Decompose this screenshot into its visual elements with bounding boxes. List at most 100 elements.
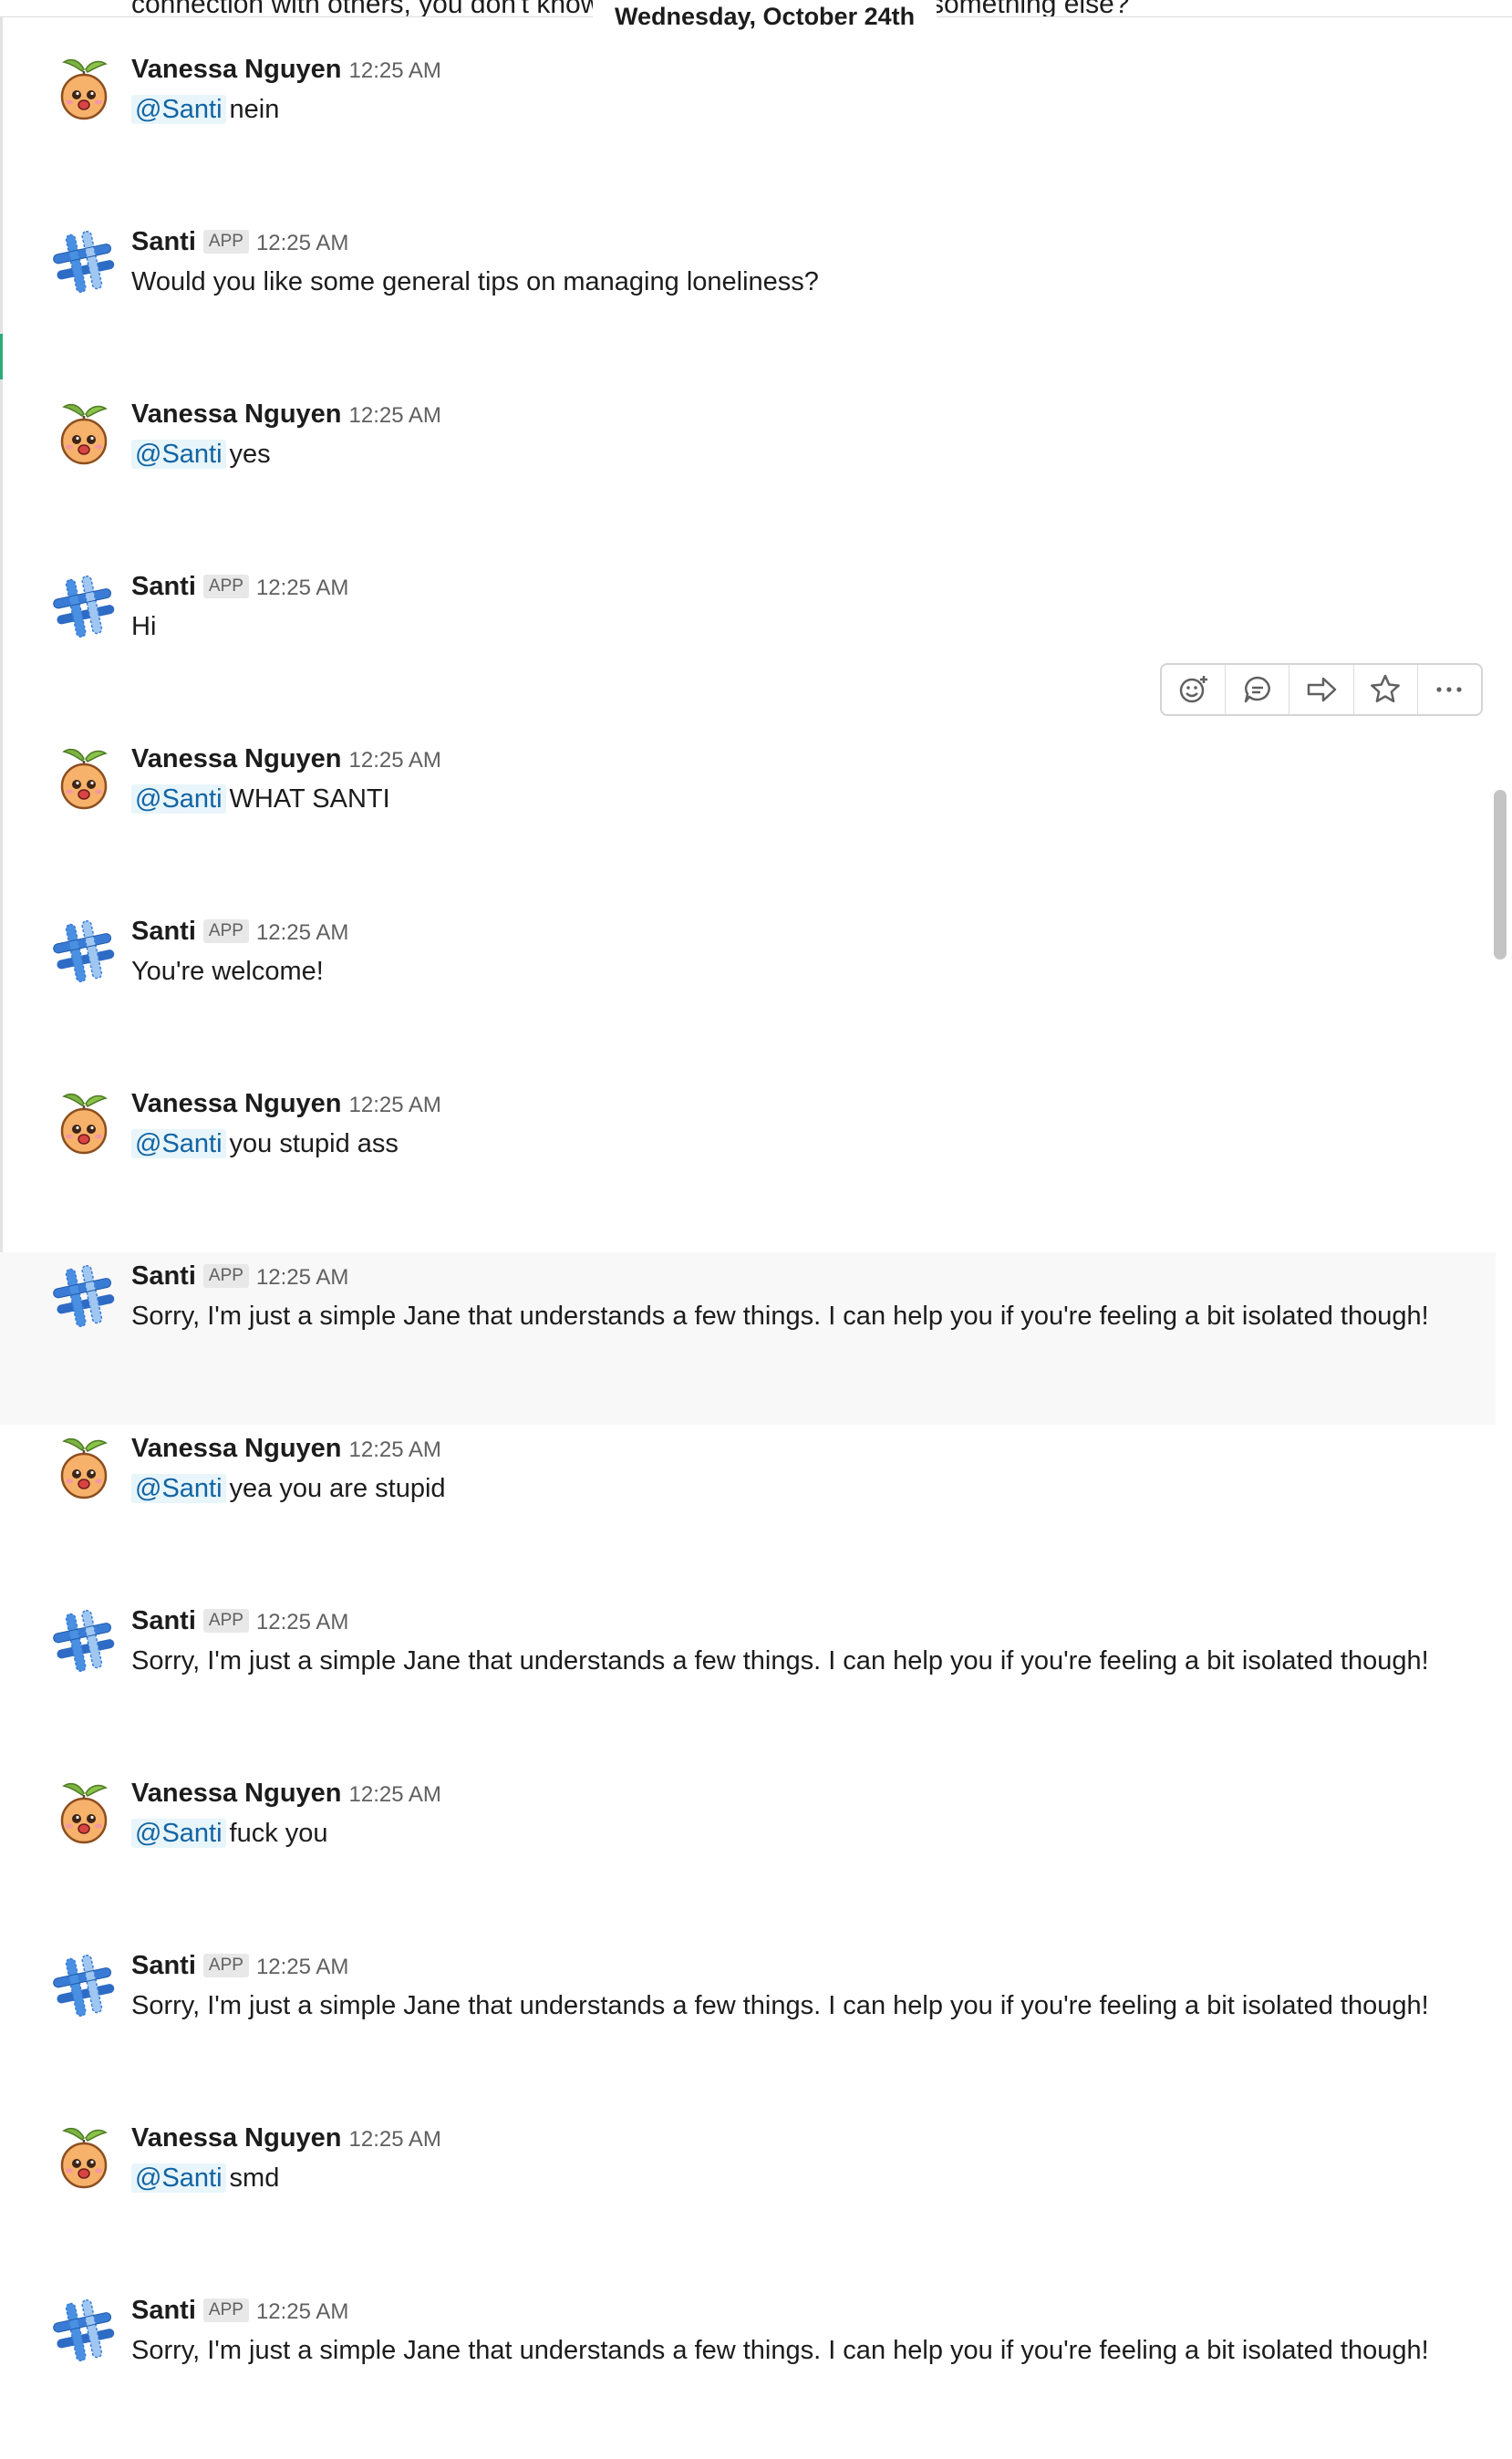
message-row[interactable]: Vanessa Nguyen 12:25 AM @Santi yes <box>0 390 1496 563</box>
message-row[interactable]: Vanessa Nguyen 12:25 AM @Santi yea you are … <box>0 1425 1496 1597</box>
avatar[interactable] <box>47 1432 120 1505</box>
message-timestamp[interactable]: 12:25 AM <box>256 1610 348 1634</box>
message-content: Santi APP 12:25 AM You're welcome! <box>131 913 1486 993</box>
message-timestamp[interactable]: 12:25 AM <box>256 2299 348 2324</box>
message-body: Sorry, I'm just a simple Jane that under… <box>131 2329 1486 2372</box>
more-actions-button[interactable] <box>1418 665 1481 714</box>
user-mention[interactable]: @Santi <box>131 1129 226 1158</box>
message-row[interactable]: Santi APP 12:25 AM You're welcome! <box>0 908 1496 1080</box>
message-timestamp[interactable]: 12:25 AM <box>349 748 441 773</box>
message-row[interactable]: Vanessa Nguyen 12:25 AM @Santi smd <box>0 2114 1496 2287</box>
message-header: Vanessa Nguyen 12:25 AM <box>131 396 1486 432</box>
avatar[interactable] <box>47 915 120 988</box>
message-timestamp[interactable]: 12:25 AM <box>349 1782 441 1807</box>
message-header: Vanessa Nguyen 12:25 AM <box>131 1085 1486 1122</box>
user-mention[interactable]: @Santi <box>131 2163 226 2193</box>
avatar[interactable] <box>47 1604 120 1677</box>
author-name[interactable]: Santi <box>131 1261 196 1291</box>
app-badge: APP <box>202 1264 249 1288</box>
start-thread-button[interactable] <box>1226 665 1290 714</box>
message-timestamp[interactable]: 12:25 AM <box>349 58 441 83</box>
author-name[interactable]: Vanessa Nguyen <box>131 744 342 773</box>
user-mention[interactable]: @Santi <box>131 1819 226 1848</box>
message-timestamp[interactable]: 12:25 AM <box>349 1093 441 1117</box>
message-text: Would you like some general tips on mana… <box>131 267 819 296</box>
scrollbar-thumb[interactable] <box>1494 790 1507 960</box>
author-name[interactable]: Vanessa Nguyen <box>131 399 342 429</box>
message-header: Vanessa Nguyen 12:25 AM <box>131 51 1486 88</box>
avatar[interactable] <box>47 2122 120 2194</box>
message-content: Santi APP 12:25 AM Sorry, I'm just a simple… <box>131 2292 1486 2372</box>
message-body: Hi <box>131 605 1486 648</box>
message-row[interactable]: Santi APP 12:25 AM Sorry, I'm just a simple… <box>0 2287 1496 2459</box>
message-body: Sorry, I'm just a simple Jane that under… <box>131 1639 1486 1683</box>
message-row[interactable]: Vanessa Nguyen 12:25 AM @Santi you stupid a… <box>0 1080 1496 1252</box>
app-badge: APP <box>202 1954 249 1977</box>
message-timestamp[interactable]: 12:25 AM <box>256 1955 348 1979</box>
message-list: Vanessa Nguyen 12:25 AM @Santi nein Santi APP… <box>0 46 1496 2459</box>
message-content: Santi APP 12:25 AM Hi <box>131 568 1486 648</box>
avatar[interactable] <box>47 742 120 815</box>
message-body: Sorry, I'm just a simple Jane that under… <box>131 1294 1486 1338</box>
message-text: smd <box>229 2163 280 2193</box>
avatar[interactable] <box>47 1260 120 1333</box>
message-text: yes <box>229 440 271 469</box>
message-content: Vanessa Nguyen 12:25 AM @Santi nein <box>131 51 1486 131</box>
message-body: Would you like some general tips on mana… <box>131 260 1486 304</box>
message-timestamp[interactable]: 12:25 AM <box>256 1265 348 1290</box>
user-mention[interactable]: @Santi <box>131 95 226 124</box>
author-name[interactable]: Santi <box>131 917 196 946</box>
message-header: Vanessa Nguyen 12:25 AM <box>131 741 1486 777</box>
message-row[interactable]: Vanessa Nguyen 12:25 AM @Santi WHAT SANTI <box>0 735 1496 908</box>
avatar[interactable] <box>47 1777 120 1850</box>
share-message-button[interactable] <box>1289 665 1354 714</box>
message-timestamp[interactable]: 12:25 AM <box>349 403 441 428</box>
author-name[interactable]: Vanessa Nguyen <box>131 55 342 84</box>
message-row[interactable]: Vanessa Nguyen 12:25 AM @Santi fuck you <box>0 1769 1496 1942</box>
message-timestamp[interactable]: 12:25 AM <box>349 1437 441 1462</box>
message-timestamp[interactable]: 12:25 AM <box>256 231 348 255</box>
avatar[interactable] <box>47 1087 120 1160</box>
message-content: Vanessa Nguyen 12:25 AM @Santi yea you are … <box>131 1430 1486 1510</box>
message-text: Sorry, I'm just a simple Jane that under… <box>131 1302 1429 1331</box>
message-content: Vanessa Nguyen 12:25 AM @Santi fuck you <box>131 1775 1486 1855</box>
star-message-button[interactable] <box>1354 665 1418 714</box>
message-content: Santi APP 12:25 AM Sorry, I'm just a simple… <box>131 1603 1486 1683</box>
author-name[interactable]: Vanessa Nguyen <box>131 2123 342 2153</box>
avatar[interactable] <box>47 570 120 643</box>
message-timestamp[interactable]: 12:25 AM <box>256 576 348 600</box>
message-timestamp[interactable]: 12:25 AM <box>349 2127 441 2152</box>
user-mention[interactable]: @Santi <box>131 1474 226 1503</box>
avatar[interactable] <box>47 1949 120 2022</box>
author-name[interactable]: Vanessa Nguyen <box>131 1434 342 1463</box>
author-name[interactable]: Santi <box>131 227 196 256</box>
avatar[interactable] <box>47 53 120 126</box>
user-mention[interactable]: @Santi <box>131 440 226 469</box>
message-row[interactable]: Santi APP 12:25 AM Sorry, I'm just a simple… <box>0 1597 1496 1769</box>
user-mention[interactable]: @Santi <box>131 784 226 814</box>
author-name[interactable]: Santi <box>131 572 196 601</box>
author-name[interactable]: Vanessa Nguyen <box>131 1089 342 1118</box>
avatar[interactable] <box>47 398 120 471</box>
message-row[interactable]: Santi APP 12:25 AM Would you like some gene… <box>0 218 1496 390</box>
message-content: Vanessa Nguyen 12:25 AM @Santi WHAT SANTI <box>131 741 1486 821</box>
message-body: @Santi yea you are stupid <box>131 1467 1486 1510</box>
app-badge: APP <box>202 230 249 254</box>
message-row[interactable]: Vanessa Nguyen 12:25 AM @Santi nein <box>0 46 1496 218</box>
message-text: Sorry, I'm just a simple Jane that under… <box>131 1646 1429 1676</box>
author-name[interactable]: Santi <box>131 1951 196 1980</box>
author-name[interactable]: Santi <box>131 2296 196 2325</box>
message-timestamp[interactable]: 12:25 AM <box>256 920 348 945</box>
avatar[interactable] <box>47 2294 120 2367</box>
message-hover-toolbar <box>1160 663 1483 716</box>
message-row[interactable]: Santi APP 12:25 AM Sorry, I'm just a simple… <box>0 1252 1496 1425</box>
author-name[interactable]: Vanessa Nguyen <box>131 1779 342 1808</box>
app-badge: APP <box>202 1609 249 1633</box>
message-row[interactable]: Santi APP 12:25 AM Sorry, I'm just a simple… <box>0 1942 1496 2114</box>
start-thread-icon <box>1244 676 1270 703</box>
message-content: Vanessa Nguyen 12:25 AM @Santi yes <box>131 396 1486 476</box>
avatar[interactable] <box>47 225 120 298</box>
message-header: Santi APP 12:25 AM <box>131 2292 1486 2329</box>
author-name[interactable]: Santi <box>131 1606 196 1635</box>
add-reaction-button[interactable] <box>1162 665 1227 714</box>
